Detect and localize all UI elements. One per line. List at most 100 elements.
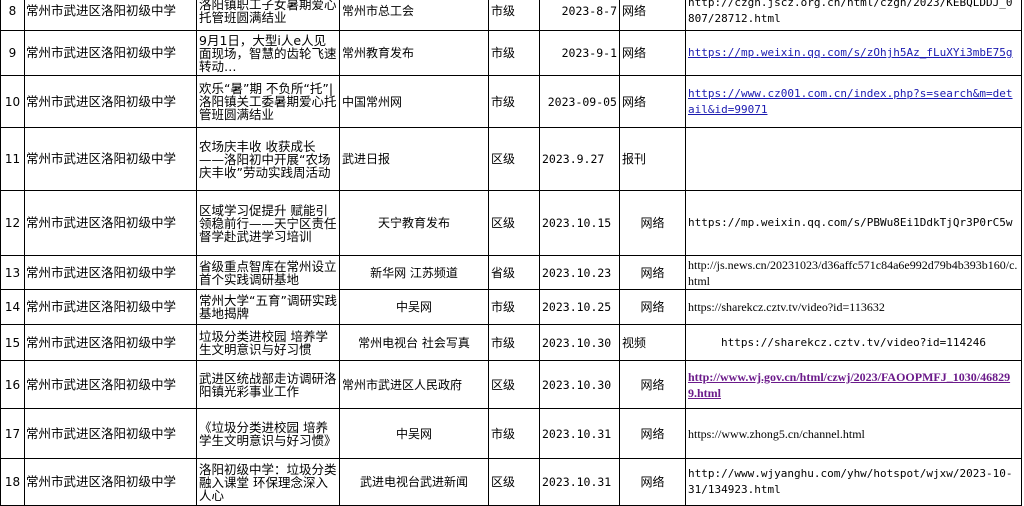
school-cell: 常州市武进区洛阳初级中学 <box>24 324 197 361</box>
type-cell: 视频 <box>619 324 686 361</box>
school-cell: 常州市武进区洛阳初级中学 <box>24 458 197 506</box>
media-report-table: 8 常州市武进区洛阳初级中学 洛阳镇职工子女暑期爱心托管班圆满结业 常州市总工会… <box>0 0 1022 506</box>
table-row: 17 常州市武进区洛阳初级中学 《垃圾分类进校园 培养学生文明意识与好习惯》 中… <box>0 408 1022 459</box>
row-number: 15 <box>0 324 25 361</box>
date-cell: 2023.10.31 <box>539 408 620 459</box>
title-cell: 武进区统战部走访调研洛阳镇光彩事业工作 <box>196 360 340 409</box>
school-cell: 常州市武进区洛阳初级中学 <box>24 190 197 256</box>
title-cell: 欢乐“暑”期 不负所“托”|洛阳镇关工委暑期爱心托管班圆满结业 <box>196 75 340 128</box>
type-cell: 网络 <box>619 75 686 128</box>
source-cell: 常州电视台 社会写真 <box>339 324 489 361</box>
type-cell: 网络 <box>619 30 686 76</box>
title-cell: 省级重点智库在常州设立首个实践调研基地 <box>196 255 340 290</box>
table-row: 18 常州市武进区洛阳初级中学 洛阳初级中学：垃圾分类融入课堂 环保理念深入人心… <box>0 458 1022 506</box>
link-cell[interactable]: https://www.cz001.com.cn/index.php?s=sea… <box>685 75 1022 128</box>
source-cell: 中国常州网 <box>339 75 489 128</box>
type-cell: 网络 <box>619 190 686 256</box>
table-row: 9 常州市武进区洛阳初级中学 9月1日，大型i人e人见面现场，智慧的齿轮飞速转动… <box>0 30 1022 76</box>
school-cell: 常州市武进区洛阳初级中学 <box>24 360 197 409</box>
article-link[interactable]: http://www.wj.gov.cn/html/czwj/2023/FAOO… <box>688 370 1010 400</box>
title-cell: 《垃圾分类进校园 培养学生文明意识与好习惯》 <box>196 408 340 459</box>
school-cell: 常州市武进区洛阳初级中学 <box>24 0 197 31</box>
level-cell: 省级 <box>488 255 540 290</box>
source-cell: 常州市武进区人民政府 <box>339 360 489 409</box>
school-cell: 常州市武进区洛阳初级中学 <box>24 289 197 325</box>
level-cell: 市级 <box>488 30 540 76</box>
row-number: 13 <box>0 255 25 290</box>
title-cell: 9月1日，大型i人e人见面现场，智慧的齿轮飞速转动… <box>196 30 340 76</box>
article-link[interactable]: https://www.cz001.com.cn/index.php?s=sea… <box>688 87 1013 116</box>
table-row: 10 常州市武进区洛阳初级中学 欢乐“暑”期 不负所“托”|洛阳镇关工委暑期爱心… <box>0 75 1022 128</box>
type-cell: 网络 <box>619 408 686 459</box>
table-row: 16 常州市武进区洛阳初级中学 武进区统战部走访调研洛阳镇光彩事业工作 常州市武… <box>0 360 1022 409</box>
link-cell[interactable]: http://www.wj.gov.cn/html/czwj/2023/FAOO… <box>685 360 1022 409</box>
row-number: 18 <box>0 458 25 506</box>
school-cell: 常州市武进区洛阳初级中学 <box>24 127 197 191</box>
title-cell: 垃圾分类进校园 培养学生文明意识与好习惯 <box>196 324 340 361</box>
type-cell: 网络 <box>619 289 686 325</box>
link-cell: https://mp.weixin.qq.com/s/PBWu8Ei1DdkTj… <box>685 190 1022 256</box>
date-cell: 2023.9.27 <box>539 127 620 191</box>
source-cell: 中吴网 <box>339 289 489 325</box>
source-cell: 武进日报 <box>339 127 489 191</box>
type-cell: 网络 <box>619 458 686 506</box>
date-cell: 2023.10.25 <box>539 289 620 325</box>
row-number: 8 <box>0 0 25 31</box>
date-cell: 2023.10.30 <box>539 360 620 409</box>
link-cell: https://www.zhong5.cn/channel.html <box>685 408 1022 459</box>
type-cell: 网络 <box>619 360 686 409</box>
school-cell: 常州市武进区洛阳初级中学 <box>24 255 197 290</box>
level-cell: 市级 <box>488 408 540 459</box>
level-cell: 市级 <box>488 75 540 128</box>
link-cell: https://sharekcz.cztv.tv/video?id=114246 <box>685 324 1022 361</box>
link-cell[interactable]: https://mp.weixin.qq.com/s/zOhjh5Az_fLuX… <box>685 30 1022 76</box>
row-number: 12 <box>0 190 25 256</box>
table-row: 11 常州市武进区洛阳初级中学 农场庆丰收 收获成长——洛阳初中开展“农场庆丰收… <box>0 127 1022 191</box>
source-cell: 新华网 江苏频道 <box>339 255 489 290</box>
title-cell: 洛阳初级中学：垃圾分类融入课堂 环保理念深入人心 <box>196 458 340 506</box>
row-number: 14 <box>0 289 25 325</box>
level-cell: 区级 <box>488 127 540 191</box>
date-cell: 2023.10.23 <box>539 255 620 290</box>
source-cell: 常州市总工会 <box>339 0 489 31</box>
date-cell: 2023-9-1 <box>539 30 620 76</box>
level-cell: 市级 <box>488 324 540 361</box>
level-cell: 区级 <box>488 458 540 506</box>
link-cell: https://sharekcz.cztv.tv/video?id=113632 <box>685 289 1022 325</box>
row-number: 10 <box>0 75 25 128</box>
school-cell: 常州市武进区洛阳初级中学 <box>24 75 197 128</box>
link-cell <box>685 127 1022 191</box>
source-cell: 常州教育发布 <box>339 30 489 76</box>
date-cell: 2023-8-7 <box>539 0 620 31</box>
row-number: 16 <box>0 360 25 409</box>
type-cell: 报刊 <box>619 127 686 191</box>
table-row: 13 常州市武进区洛阳初级中学 省级重点智库在常州设立首个实践调研基地 新华网 … <box>0 255 1022 290</box>
level-cell: 区级 <box>488 190 540 256</box>
date-cell: 2023.10.30 <box>539 324 620 361</box>
title-cell: 常州大学“五育”调研实践基地揭牌 <box>196 289 340 325</box>
table-row: 8 常州市武进区洛阳初级中学 洛阳镇职工子女暑期爱心托管班圆满结业 常州市总工会… <box>0 0 1022 31</box>
article-link[interactable]: https://mp.weixin.qq.com/s/zOhjh5Az_fLuX… <box>688 46 1013 59</box>
school-cell: 常州市武进区洛阳初级中学 <box>24 30 197 76</box>
level-cell: 市级 <box>488 289 540 325</box>
title-cell: 洛阳镇职工子女暑期爱心托管班圆满结业 <box>196 0 340 31</box>
date-cell: 2023.10.15 <box>539 190 620 256</box>
link-cell: http://js.news.cn/20231023/d36affc571c84… <box>685 255 1022 290</box>
table-row: 14 常州市武进区洛阳初级中学 常州大学“五育”调研实践基地揭牌 中吴网 市级 … <box>0 289 1022 325</box>
title-cell: 农场庆丰收 收获成长——洛阳初中开展“农场庆丰收”劳动实践周活动 <box>196 127 340 191</box>
table-row: 15 常州市武进区洛阳初级中学 垃圾分类进校园 培养学生文明意识与好习惯 常州电… <box>0 324 1022 361</box>
row-number: 17 <box>0 408 25 459</box>
link-cell: http://www.wjyanghu.com/yhw/hotspot/wjxw… <box>685 458 1022 506</box>
level-cell: 市级 <box>488 0 540 31</box>
source-cell: 天宁教育发布 <box>339 190 489 256</box>
date-cell: 2023.10.31 <box>539 458 620 506</box>
row-number: 11 <box>0 127 25 191</box>
source-cell: 武进电视台武进新闻 <box>339 458 489 506</box>
row-number: 9 <box>0 30 25 76</box>
date-cell: 2023-09-05 <box>539 75 620 128</box>
title-cell: 区域学习促提升 赋能引领稳前行——天宁区责任督学赴武进学习培训 <box>196 190 340 256</box>
type-cell: 网络 <box>619 255 686 290</box>
type-cell: 网络 <box>619 0 686 31</box>
source-cell: 中吴网 <box>339 408 489 459</box>
link-cell: http://czgh.jscz.org.cn/html/czgh/2023/K… <box>685 0 1022 31</box>
